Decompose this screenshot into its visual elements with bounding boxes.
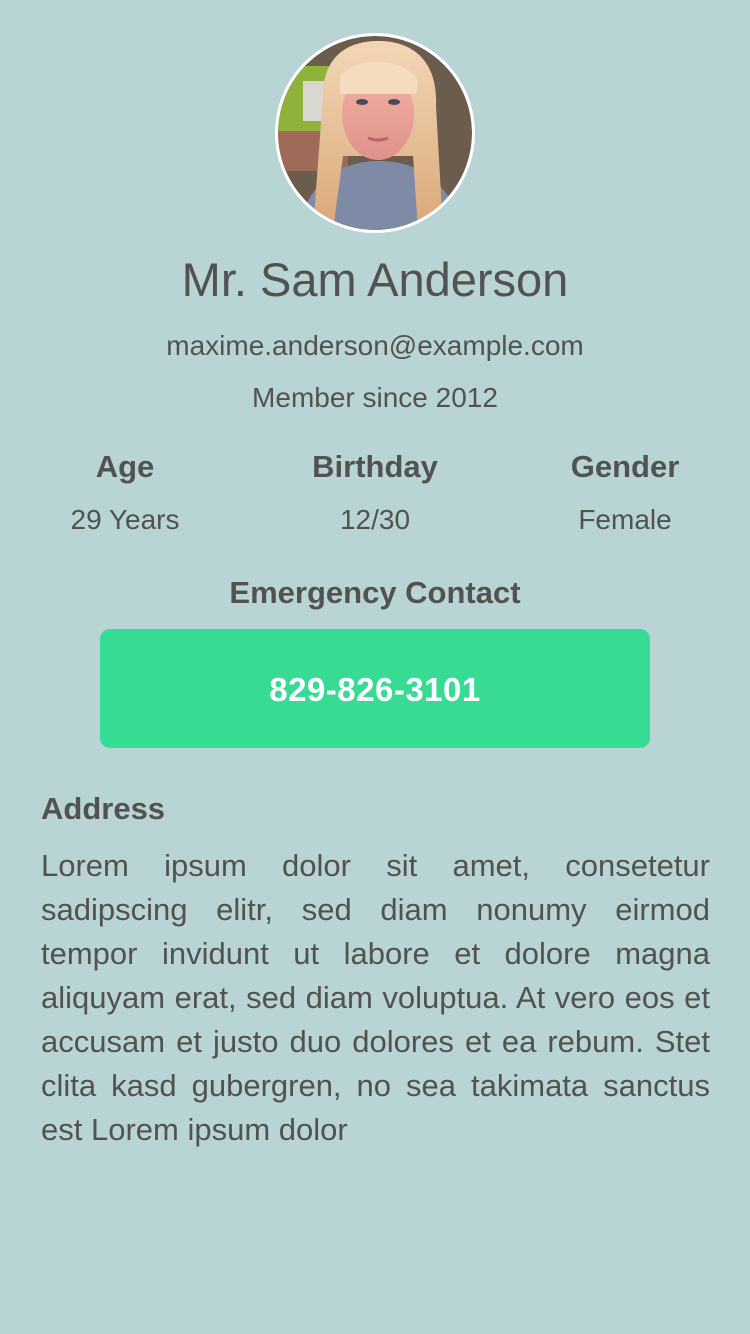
stat-birthday: Birthday 12/30 [250, 446, 500, 538]
emergency-call-button[interactable]: 829-826-3101 [100, 629, 650, 748]
stat-value: 12/30 [339, 504, 411, 535]
avatar [275, 33, 475, 233]
profile-stats: Age 29 Years Birthday 12/30 Gender Femal… [0, 446, 750, 538]
emergency-contact-title: Emergency Contact [229, 575, 521, 610]
profile-name: Mr. Sam Anderson [181, 253, 569, 306]
profile-photo [278, 36, 472, 230]
stat-label: Birthday [312, 449, 438, 484]
profile-email: maxime.anderson@example.com [166, 330, 584, 361]
stat-age: Age 29 Years [0, 446, 250, 538]
stat-label: Age [95, 449, 155, 484]
stat-label: Gender [570, 449, 680, 484]
profile-screen: Mr. Sam Anderson maxime.anderson@example… [0, 0, 750, 1334]
stat-gender: Gender Female [500, 446, 750, 538]
stat-value: 29 Years [70, 504, 180, 535]
stat-value: Female [578, 504, 672, 535]
member-since: Member since 2012 [252, 382, 498, 413]
address-text: Lorem ipsum dolor sit amet, consetetur s… [41, 848, 710, 1147]
address-title: Address [41, 791, 166, 826]
